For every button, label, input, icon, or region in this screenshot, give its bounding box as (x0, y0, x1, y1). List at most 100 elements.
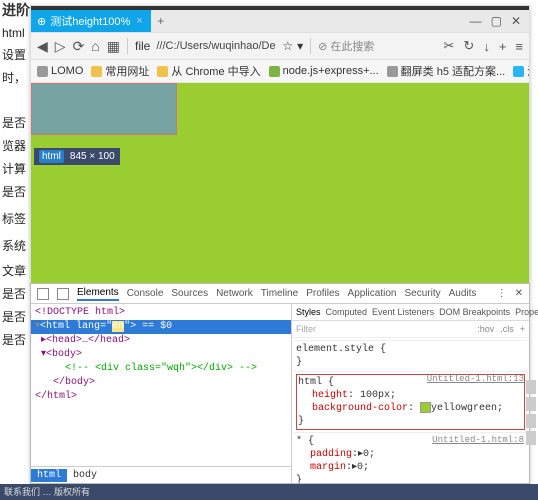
bm-lomo[interactable]: LOMO (37, 65, 83, 77)
devtools-panel: Elements Console Sources Network Timelin… (30, 283, 530, 484)
rule-selector: element.style { (296, 343, 525, 356)
dom-line[interactable]: </body> (31, 376, 291, 390)
sidebar-line: 览器 (2, 137, 30, 154)
bm-chrome[interactable]: 从 Chrome 中导入 (157, 63, 260, 79)
folder-icon (157, 66, 168, 77)
sidebar-line: 计算 (2, 160, 30, 177)
tab-console[interactable]: Console (127, 288, 164, 299)
tab-close-icon[interactable]: × (134, 15, 144, 27)
hov-toggle[interactable]: :hov (477, 324, 494, 334)
devtools-menu-icon[interactable]: ⋮ (497, 288, 507, 299)
sidebar-line: 时， (2, 69, 30, 86)
dom-tree[interactable]: <!DOCTYPE html> ▾<html lang="en"> == $0 … (31, 304, 291, 466)
address-dropdown-icon[interactable]: ▾ (297, 39, 303, 53)
bookmark-label: node.js+express+... (283, 65, 379, 77)
dom-line[interactable]: </html> (31, 390, 291, 404)
browser-tab-active[interactable]: ⊕ 测试height100% × (31, 10, 151, 32)
favicon-icon (37, 66, 48, 77)
sidetab-styles[interactable]: Styles (296, 307, 321, 317)
favicon-icon (269, 66, 280, 77)
sidebar-heading: 进阶 (2, 0, 30, 20)
cls-toggle[interactable]: .cls (500, 324, 514, 334)
extensions-button[interactable]: + (499, 39, 507, 54)
menu-button[interactable]: ≡ (515, 39, 523, 54)
bookmark-star-icon[interactable]: ☆ (282, 39, 293, 53)
thumb[interactable] (526, 431, 536, 445)
tooltip-tag: html (39, 150, 64, 163)
tab-profiles[interactable]: Profiles (306, 288, 339, 299)
globe-icon: ⊕ (37, 15, 46, 28)
tab-security[interactable]: Security (404, 288, 440, 299)
sidetab-props[interactable]: Properties (515, 307, 538, 317)
tab-timeline[interactable]: Timeline (261, 288, 298, 299)
page-viewport: html 845 × 100 (31, 83, 529, 283)
tab-audits[interactable]: Audits (449, 288, 477, 299)
separator (310, 38, 311, 54)
address-input[interactable] (154, 39, 278, 53)
rule-source-link[interactable]: Untitled-1.html:13 (427, 373, 524, 386)
sidebar-line: 是否 (2, 331, 30, 348)
screenshot-button[interactable]: ✂ (444, 38, 455, 54)
bm-common[interactable]: 常用网址 (91, 63, 149, 79)
styles-filter-row: Filter :hov .cls + (292, 321, 529, 338)
separator (127, 38, 128, 54)
dom-line[interactable]: <!DOCTYPE html> (31, 306, 291, 320)
css-rule[interactable]: Untitled-1.html:8 * { padding:▸0; margin… (294, 432, 527, 483)
dom-line[interactable]: ▾<body> (31, 348, 291, 362)
tab-bar: ⊕ 测试height100% × + — ▢ ✕ (31, 10, 529, 32)
devtools-close-icon[interactable]: ✕ (515, 288, 523, 299)
restore-button[interactable]: ↻ (463, 38, 474, 54)
dom-line[interactable]: <!-- <div class="wqh"></div> --> (31, 362, 291, 376)
reload-button[interactable]: ⟳ (73, 38, 85, 55)
bm-h5[interactable]: 翻屏类 h5 适配方案... (387, 63, 506, 79)
rule-close: } (298, 415, 523, 428)
maximize-button[interactable]: ▢ (491, 14, 502, 28)
search-placeholder[interactable]: 在此搜索 (330, 38, 374, 54)
inspect-element-icon[interactable] (37, 288, 49, 300)
dom-line[interactable]: ▸<head>…</head> (31, 334, 291, 348)
filter-input[interactable]: Filter (296, 324, 316, 334)
sidebar-line: 文章 (2, 262, 30, 279)
dom-line-selected[interactable]: ▾<html lang="en"> == $0 (31, 320, 291, 334)
url-scheme: file (135, 39, 150, 53)
sidebar-line: 标签 (2, 210, 30, 227)
color-swatch-icon[interactable] (420, 402, 431, 413)
minimize-button[interactable]: — (470, 14, 482, 28)
tab-application[interactable]: Application (348, 288, 397, 299)
tab-network[interactable]: Network (216, 288, 253, 299)
new-rule-button[interactable]: + (520, 324, 525, 334)
search-engine-icon[interactable]: ⊘ (318, 40, 327, 53)
css-rule[interactable]: Untitled-1.html:13 html { height: 100px;… (294, 371, 527, 432)
crumb-html[interactable]: html (31, 469, 67, 482)
styles-pane: Styles Computed Event Listeners DOM Brea… (292, 304, 529, 483)
home-button[interactable]: ⌂ (91, 38, 99, 54)
thumb[interactable] (526, 380, 536, 394)
back-button[interactable]: ◀ (37, 38, 48, 55)
rule-close: } (296, 356, 525, 369)
favicon-icon (387, 66, 398, 77)
speed-dial-button[interactable]: ▦ (107, 38, 120, 55)
crumb-body[interactable]: body (67, 469, 103, 482)
thumb[interactable] (526, 414, 536, 428)
thumb[interactable] (526, 397, 536, 411)
tab-title: 测试height100% (50, 13, 130, 29)
new-tab-button[interactable]: + (151, 10, 171, 32)
favicon-icon (513, 66, 524, 77)
bookmark-label: 常用网址 (105, 63, 149, 79)
thumbnail-strip (526, 380, 536, 445)
sidebar-line: 是否 (2, 308, 30, 325)
tab-elements[interactable]: Elements (77, 287, 119, 301)
rule-close: } (296, 474, 525, 483)
bm-node[interactable]: node.js+express+... (269, 65, 379, 77)
bm-manyi[interactable]: 满意家居电商平台... (513, 63, 529, 79)
rule-source-link[interactable]: Untitled-1.html:8 (432, 434, 524, 447)
downloads-button[interactable]: ↓ (483, 39, 490, 54)
tab-sources[interactable]: Sources (171, 288, 208, 299)
sidetab-computed[interactable]: Computed (326, 307, 368, 317)
sidetab-listeners[interactable]: Event Listeners (372, 307, 434, 317)
sidetab-dombp[interactable]: DOM Breakpoints (439, 307, 510, 317)
device-toolbar-icon[interactable] (57, 288, 69, 300)
close-window-button[interactable]: ✕ (511, 14, 521, 28)
css-rule[interactable]: element.style { } (294, 340, 527, 371)
forward-button[interactable]: ▷ (55, 38, 66, 55)
